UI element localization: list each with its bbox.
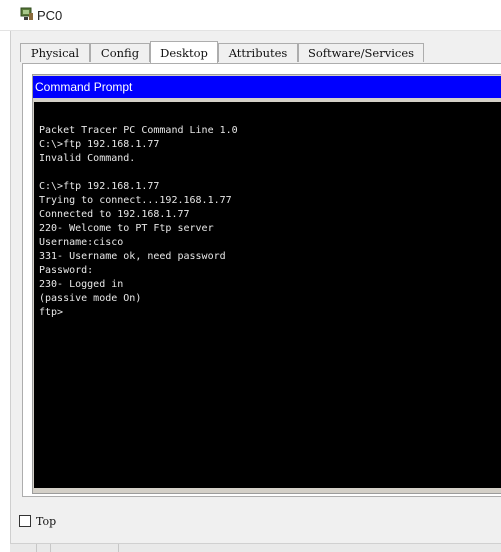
tab-physical[interactable]: Physical [20, 43, 90, 62]
window-title: PC0 [37, 8, 63, 23]
terminal-output: Packet Tracer PC Command Line 1.0 C:\>ftp… [39, 124, 238, 320]
tab-config[interactable]: Config [90, 43, 150, 62]
terminal-line: C:\>ftp 192.168.1.77 [39, 181, 160, 192]
terminal-line: 220- Welcome to PT Ftp server [39, 223, 214, 234]
tab-software-services[interactable]: Software/Services [298, 43, 424, 62]
tab-desktop[interactable]: Desktop [150, 41, 218, 63]
pc-device-icon [20, 7, 33, 20]
top-checkbox-label: Top [36, 515, 57, 528]
terminal-line: C:\>ftp 192.168.1.77 [39, 139, 160, 150]
terminal-line: (passive mode On) [39, 293, 142, 304]
terminal-line: 230- Logged in [39, 279, 124, 290]
terminal-line: Password: [39, 265, 94, 276]
terminal-line: ftp> [39, 307, 64, 318]
command-prompt-title: Command Prompt [33, 76, 501, 98]
window-title-bar[interactable]: PC0 [0, 0, 501, 31]
tab-attributes[interactable]: Attributes [218, 43, 298, 62]
tab-strip: Physical Config Desktop Attributes Softw… [20, 41, 501, 63]
terminal-line: Packet Tracer PC Command Line 1.0 [39, 125, 238, 136]
terminal-console[interactable]: Packet Tracer PC Command Line 1.0 C:\>ftp… [34, 102, 501, 488]
terminal-line: Connected to 192.168.1.77 [39, 209, 190, 220]
terminal-line: 331- Username ok, need password [39, 251, 226, 262]
terminal-line: Username:cisco [39, 237, 124, 248]
terminal-line: Invalid Command. [39, 153, 136, 164]
terminal-line: Trying to connect...192.168.1.77 [39, 195, 232, 206]
top-checkbox[interactable] [19, 515, 31, 527]
